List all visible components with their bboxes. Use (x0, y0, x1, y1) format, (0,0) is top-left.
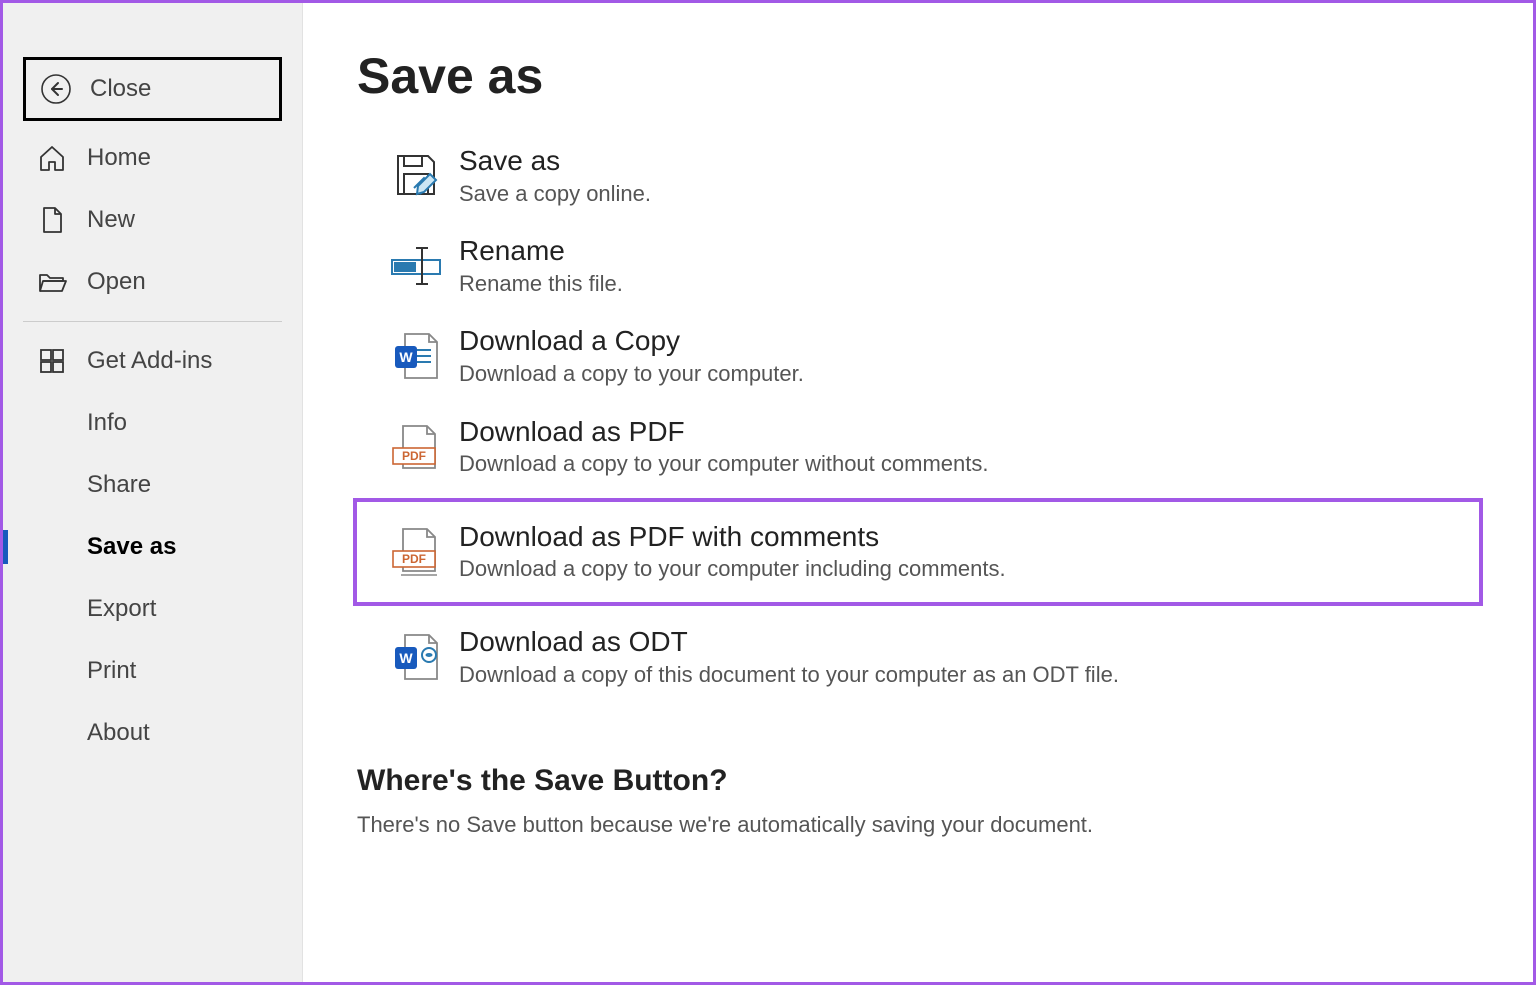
svg-text:W: W (399, 349, 413, 365)
option-text: Download as PDF Download a copy to your … (459, 415, 1471, 479)
option-text: Rename Rename this file. (459, 234, 1471, 298)
footer-section: Where's the Save Button? There's no Save… (357, 764, 1479, 838)
footer-body: There's no Save button because we're aut… (357, 812, 1479, 838)
svg-text:PDF: PDF (402, 449, 426, 463)
close-button[interactable]: Close (23, 57, 282, 121)
option-text: Download as PDF with comments Download a… (459, 520, 1471, 584)
nav-print[interactable]: Print (23, 640, 282, 702)
option-download-pdf-comments[interactable]: PDF Download as PDF with comments Downlo… (353, 498, 1483, 606)
nav-new[interactable]: New (23, 189, 282, 251)
nav-home[interactable]: Home (23, 127, 282, 189)
nav-about[interactable]: About (23, 702, 282, 764)
option-title: Rename (459, 234, 1471, 268)
home-icon (37, 143, 87, 173)
back-arrow-icon (40, 73, 90, 105)
option-desc: Download a copy to your computer without… (459, 450, 1471, 479)
main-panel: Save as Save as Save a copy online. (303, 3, 1533, 982)
nav-label-saveas: Save as (87, 533, 176, 561)
save-as-icon (373, 150, 459, 202)
file-icon (37, 205, 87, 235)
option-desc: Download a copy to your computer. (459, 360, 1471, 389)
nav-open[interactable]: Open (23, 251, 282, 313)
nav-get-addins[interactable]: Get Add-ins (23, 330, 282, 392)
option-text: Save as Save a copy online. (459, 144, 1471, 208)
nav-label-about: About (87, 719, 150, 747)
svg-text:PDF: PDF (402, 552, 426, 566)
nav-share[interactable]: Share (23, 454, 282, 516)
option-download-pdf[interactable]: PDF Download as PDF Download a copy to y… (357, 402, 1479, 492)
nav-label-share: Share (87, 471, 151, 499)
nav-label-new: New (87, 206, 135, 234)
word-file-icon: W (373, 330, 459, 382)
option-title: Download as PDF with comments (459, 520, 1471, 554)
option-rename[interactable]: Rename Rename this file. (357, 221, 1479, 311)
nav-label-print: Print (87, 657, 136, 685)
option-desc: Download a copy to your computer includi… (459, 555, 1471, 584)
nav-info[interactable]: Info (23, 392, 282, 454)
option-title: Download a Copy (459, 324, 1471, 358)
nav-label-close: Close (90, 75, 151, 103)
option-save-as[interactable]: Save as Save a copy online. (357, 131, 1479, 221)
option-text: Download as ODT Download a copy of this … (459, 625, 1471, 689)
page-title: Save as (357, 47, 1479, 105)
folder-open-icon (37, 267, 87, 297)
addins-icon (37, 346, 87, 376)
option-download-odt[interactable]: W Download as ODT Download a copy of thi… (357, 612, 1479, 702)
option-desc: Download a copy of this document to your… (459, 661, 1471, 690)
option-title: Save as (459, 144, 1471, 178)
nav-label-export: Export (87, 595, 156, 623)
nav-save-as[interactable]: Save as (23, 516, 282, 578)
nav-label-home: Home (87, 144, 151, 172)
svg-text:W: W (399, 650, 413, 666)
option-desc: Save a copy online. (459, 180, 1471, 209)
nav-label-addins: Get Add-ins (87, 347, 212, 375)
footer-heading: Where's the Save Button? (357, 764, 1479, 798)
nav-label-open: Open (87, 268, 146, 296)
rename-icon (373, 242, 459, 290)
odt-file-icon: W (373, 631, 459, 683)
option-text: Download a Copy Download a copy to your … (459, 324, 1471, 388)
nav-label-info: Info (87, 409, 127, 437)
backstage-window: Close Home New (0, 0, 1536, 985)
option-desc: Rename this file. (459, 270, 1471, 299)
option-title: Download as PDF (459, 415, 1471, 449)
option-download-copy[interactable]: W Download a Copy Download a copy to you… (357, 311, 1479, 401)
nav-divider (23, 321, 282, 322)
option-title: Download as ODT (459, 625, 1471, 659)
pdf-file-icon: PDF (373, 422, 459, 472)
pdf-comments-icon: PDF (373, 525, 459, 579)
sidebar: Close Home New (3, 3, 303, 982)
nav-export[interactable]: Export (23, 578, 282, 640)
